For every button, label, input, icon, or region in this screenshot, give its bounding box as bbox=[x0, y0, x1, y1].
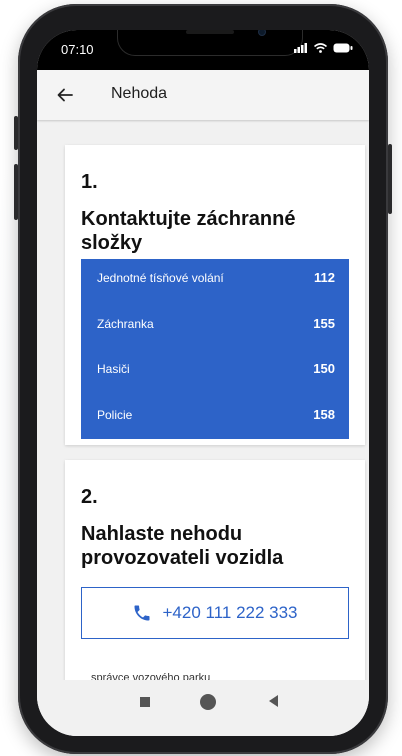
contact-number: 155 bbox=[313, 316, 335, 331]
contact-number: 150 bbox=[313, 361, 335, 376]
phone-icon bbox=[134, 605, 150, 621]
main-content[interactable]: 1. Kontaktujte záchranné složky Jednotné… bbox=[37, 120, 369, 680]
step-number: 1. bbox=[81, 171, 98, 193]
page-title: Nehoda bbox=[111, 85, 168, 102]
notch bbox=[117, 30, 303, 56]
emergency-contacts-list: Jednotné tísňové volání 112 Záchranka 15… bbox=[81, 259, 349, 439]
step-number: 2. bbox=[81, 486, 98, 508]
contact-row[interactable]: Policie 158 bbox=[81, 396, 349, 434]
contact-label: Hasiči bbox=[97, 362, 130, 376]
contact-number: 158 bbox=[313, 407, 335, 422]
contact-label: Záchranka bbox=[97, 317, 154, 331]
step-title: Nahlaste nehodu provozovateli vozidla bbox=[81, 523, 284, 569]
contact-label: Jednotné tísňové volání bbox=[97, 271, 224, 285]
camera-icon bbox=[258, 30, 266, 36]
contact-label: Policie bbox=[97, 408, 133, 422]
back-triangle-icon[interactable] bbox=[269, 695, 278, 707]
arrow-left-icon[interactable] bbox=[55, 85, 75, 105]
call-number: +420 111 222 333 bbox=[162, 603, 298, 622]
speaker-icon bbox=[186, 30, 234, 34]
step-title: Kontaktujte záchranné složky bbox=[81, 208, 296, 254]
contact-row[interactable]: Hasiči 150 bbox=[81, 350, 349, 388]
call-operator-button[interactable]: +420 111 222 333 bbox=[81, 587, 349, 639]
contact-row[interactable]: Záchranka 155 bbox=[81, 305, 349, 343]
side-button-right bbox=[388, 144, 392, 214]
battery-icon bbox=[333, 43, 353, 53]
app-bar: Nehoda bbox=[37, 70, 369, 120]
status-bar: 07:10 bbox=[37, 30, 369, 70]
recents-icon[interactable] bbox=[140, 697, 150, 707]
system-nav-bar bbox=[37, 680, 369, 736]
step-card-contact-services: 1. Kontaktujte záchranné složky Jednotné… bbox=[65, 145, 365, 445]
contact-row[interactable]: Jednotné tísňové volání 112 bbox=[81, 259, 349, 297]
contact-number: 112 bbox=[314, 270, 335, 285]
status-icons bbox=[294, 43, 353, 53]
wifi-icon bbox=[314, 43, 327, 53]
home-icon[interactable] bbox=[200, 694, 216, 710]
step-card-report-operator: 2. Nahlaste nehodu provozovateli vozidla… bbox=[65, 460, 365, 680]
side-button-left-lower bbox=[14, 164, 18, 220]
signal-icon bbox=[294, 43, 307, 53]
status-time: 07:10 bbox=[61, 42, 94, 57]
operator-role: správce vozového parku bbox=[91, 672, 211, 680]
side-button-left bbox=[14, 116, 18, 150]
phone-screen: 07:10 Nehoda 1. Kontaktujte záchranné sl… bbox=[37, 30, 369, 736]
